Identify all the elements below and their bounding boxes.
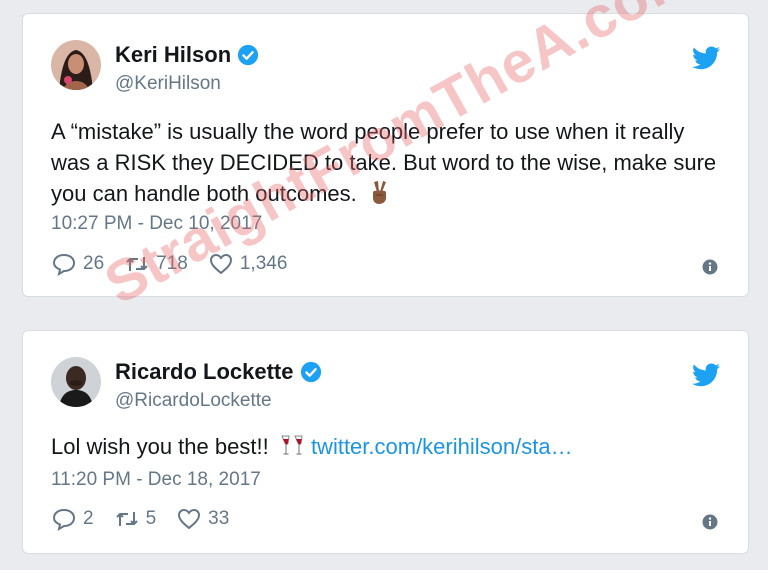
reply-button[interactable]: 26 <box>51 251 104 277</box>
user-name[interactable]: Keri Hilson <box>115 42 231 68</box>
avatar[interactable] <box>51 357 101 407</box>
tweet-actions: 2 5 33 <box>51 506 249 532</box>
retweet-icon <box>126 257 148 271</box>
tweet-card[interactable]: Keri Hilson @KeriHilson A “mistake” is u… <box>22 13 749 297</box>
tweet-card[interactable]: Ricardo Lockette @RicardoLockette Lol wi… <box>22 330 749 554</box>
twitter-bird-icon[interactable] <box>692 46 720 70</box>
twitter-bird-icon[interactable] <box>692 363 720 387</box>
retweet-button[interactable]: 718 <box>124 251 188 277</box>
retweet-button[interactable]: 5 <box>114 506 157 532</box>
user-name[interactable]: Ricardo Lockette <box>115 359 294 385</box>
victory-hand-emoji-icon <box>372 181 386 204</box>
tweet-timestamp[interactable]: 11:20 PM - Dec 18, 2017 <box>51 469 261 491</box>
verified-badge-icon <box>238 44 259 66</box>
tweet-body: Lol wish you the best!! <box>51 434 269 459</box>
tweet-timestamp[interactable]: 10:27 PM - Dec 10, 2017 <box>51 213 262 235</box>
like-count: 1,346 <box>239 253 288 274</box>
tweet-actions: 26 718 1,346 <box>51 251 307 277</box>
info-icon[interactable] <box>702 514 718 530</box>
like-button[interactable]: 33 <box>176 506 229 532</box>
heart-icon <box>209 253 232 275</box>
retweet-icon <box>115 512 138 526</box>
reply-count: 2 <box>83 508 94 529</box>
heart-icon <box>178 508 201 530</box>
tweet-text: Lol wish you the best!! twitter.com/keri… <box>51 431 721 462</box>
info-icon[interactable] <box>702 259 718 275</box>
reply-icon <box>52 253 76 277</box>
retweet-count: 718 <box>156 253 188 274</box>
reply-count: 26 <box>83 253 105 274</box>
retweet-count: 5 <box>145 508 157 529</box>
clinking-glasses-emoji-icon <box>281 435 303 455</box>
user-handle[interactable]: @KeriHilson <box>115 73 221 95</box>
like-count: 33 <box>208 508 230 529</box>
tweet-text: A “mistake” is usually the word people p… <box>51 116 721 209</box>
like-button[interactable]: 1,346 <box>208 251 288 277</box>
reply-button[interactable]: 2 <box>51 506 94 532</box>
avatar[interactable] <box>51 40 101 90</box>
reply-icon <box>52 508 76 532</box>
tweet-link[interactable]: twitter.com/kerihilson/sta… <box>311 434 573 459</box>
user-handle[interactable]: @RicardoLockette <box>115 390 272 412</box>
verified-badge-icon <box>300 361 321 383</box>
